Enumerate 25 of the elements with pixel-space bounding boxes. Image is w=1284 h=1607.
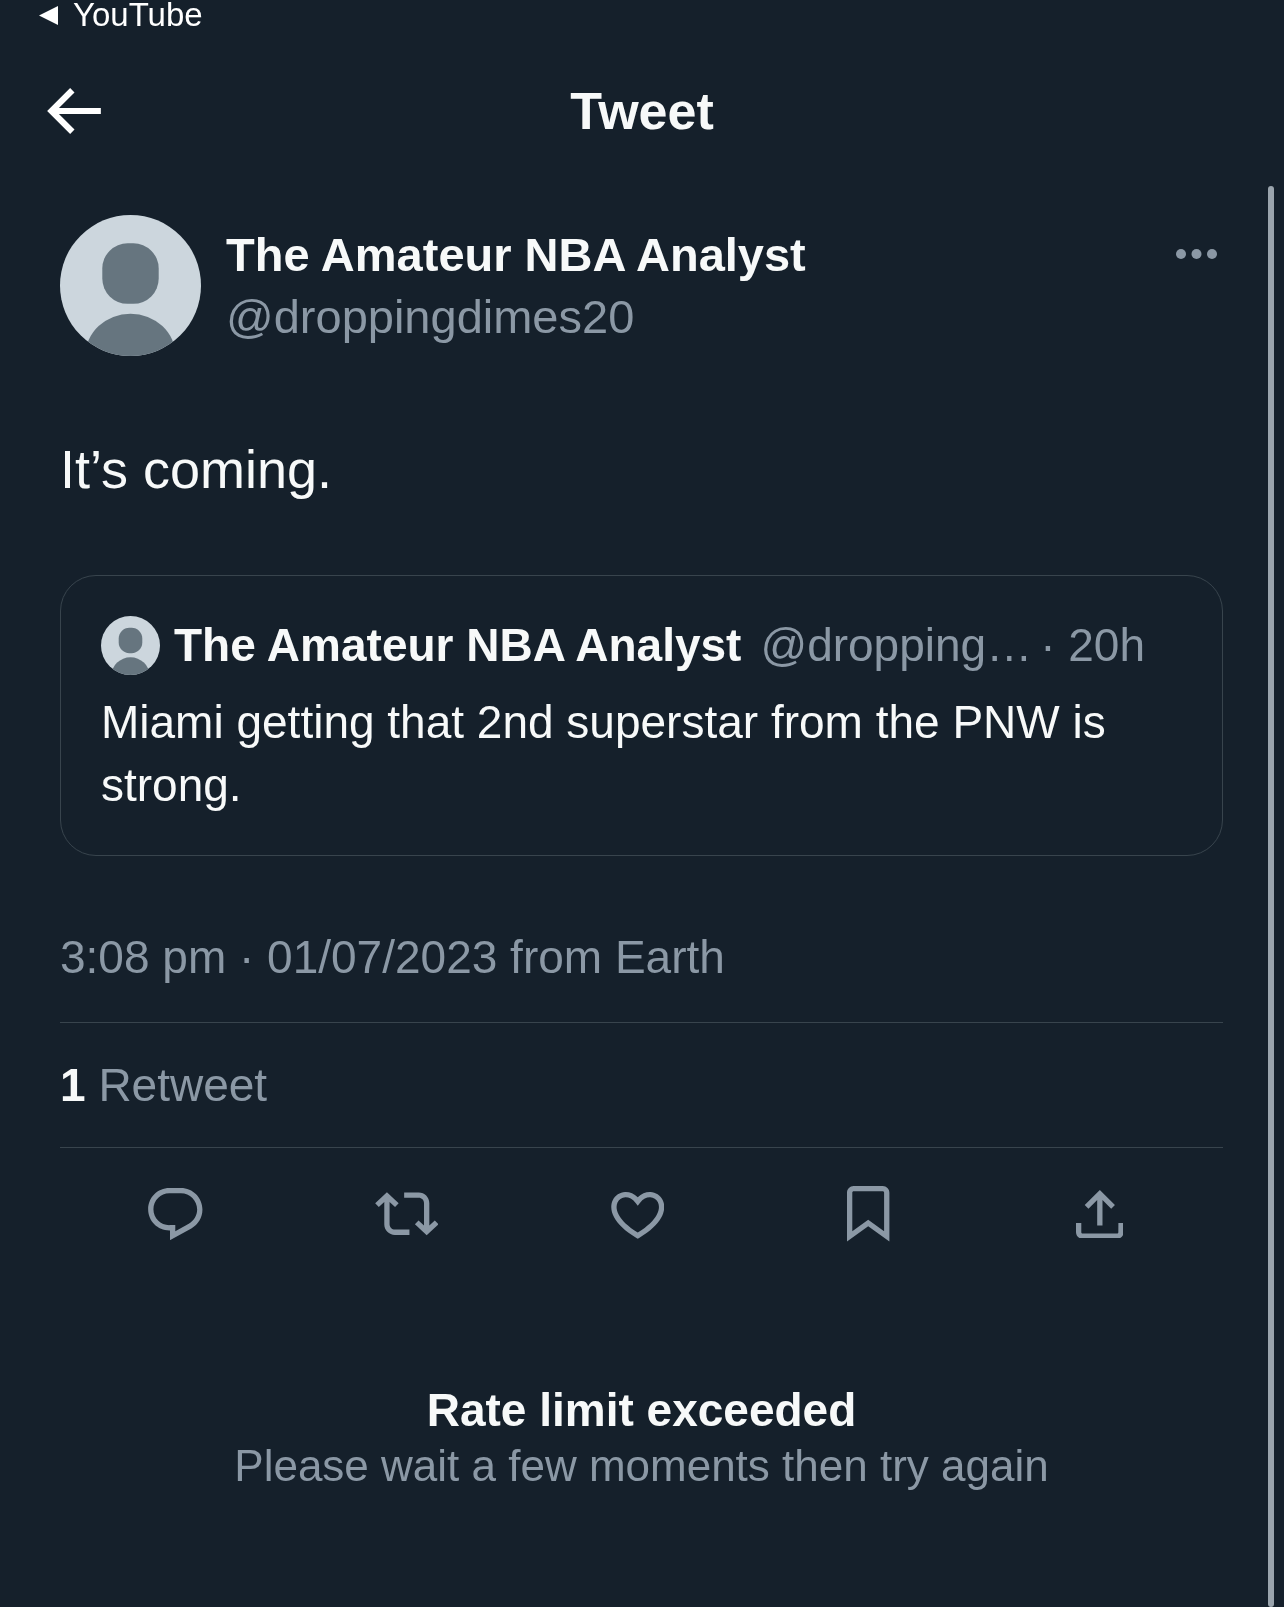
more-icon[interactable] xyxy=(1176,249,1217,259)
quoted-author-name: The Amateur NBA Analyst xyxy=(174,618,742,673)
tweet-timestamp: 3:08 pm · 01/07/2023 from Earth xyxy=(60,930,726,985)
share-icon[interactable] xyxy=(1075,1189,1124,1239)
quoted-author-handle: @dropping… xyxy=(760,618,1033,673)
speech-bubble-icon[interactable] xyxy=(148,1187,203,1241)
quoted-tweet-time: · 20h xyxy=(1040,618,1146,673)
bookmark-icon[interactable] xyxy=(847,1186,890,1242)
quoted-tweet-text: Miami getting that 2nd superstar from the PNW is strong. xyxy=(101,695,1107,813)
retweet-count-link[interactable]: 1 Retweet xyxy=(60,1057,268,1113)
back-to-app-link[interactable]: YouTube xyxy=(39,0,203,30)
back-arrow-icon[interactable] xyxy=(47,88,101,134)
quoted-tweet-card[interactable]: The Amateur NBA Analyst @dropping… · 20h Miami getting that 2nd superstar from the PNW is strong. xyxy=(60,575,1223,856)
scrollbar[interactable] xyxy=(1268,186,1274,1607)
author-name[interactable]: The Amateur NBA Analyst xyxy=(226,223,806,286)
avatar-placeholder xyxy=(101,615,160,675)
heart-icon[interactable] xyxy=(610,1189,665,1239)
error-title: Rate limit exceeded xyxy=(426,1383,857,1438)
avatar-placeholder[interactable] xyxy=(60,215,201,356)
error-message: Please wait a few moments then try again xyxy=(234,1440,1049,1492)
cycle-arrows-icon[interactable] xyxy=(374,1192,439,1236)
tweet-text: It’s coming. xyxy=(60,438,334,501)
left-triangle-icon xyxy=(39,5,58,25)
page-title: Tweet xyxy=(570,81,714,142)
author-handle[interactable]: @droppingdimes20 xyxy=(226,285,635,348)
